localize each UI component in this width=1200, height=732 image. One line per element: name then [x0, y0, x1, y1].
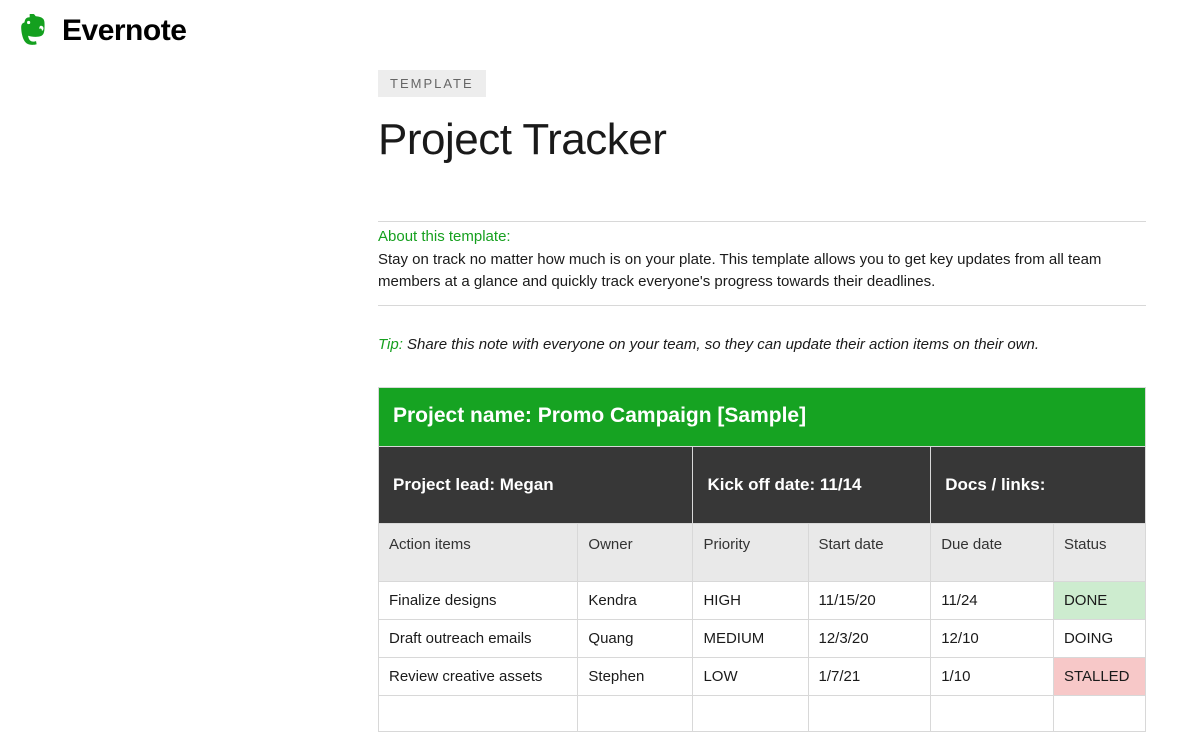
cell-due[interactable]: 11/24 [931, 581, 1054, 619]
cell-action[interactable]: Finalize designs [379, 581, 578, 619]
col-status: Status [1053, 523, 1145, 581]
cell-owner[interactable]: Stephen [578, 657, 693, 695]
cell-status[interactable]: DONE [1053, 581, 1145, 619]
col-action-items: Action items [379, 523, 578, 581]
cell-priority[interactable]: HIGH [693, 581, 808, 619]
brand-name: Evernote [62, 14, 186, 48]
cell-due[interactable]: 12/10 [931, 619, 1054, 657]
app-header: Evernote [0, 0, 1200, 54]
empty-cell[interactable] [808, 695, 931, 731]
col-priority: Priority [693, 523, 808, 581]
cell-status[interactable]: DOING [1053, 619, 1145, 657]
project-name-cell[interactable]: Project name: Promo Campaign [Sample] [379, 387, 1146, 446]
empty-cell[interactable] [578, 695, 693, 731]
document-content: TEMPLATE Project Tracker About this temp… [378, 54, 1146, 732]
project-lead-cell[interactable]: Project lead: Megan [379, 446, 693, 523]
kickoff-date-cell[interactable]: Kick off date: 11/14 [693, 446, 931, 523]
docs-links-cell[interactable]: Docs / links: [931, 446, 1146, 523]
cell-due[interactable]: 1/10 [931, 657, 1054, 695]
empty-cell[interactable] [1053, 695, 1145, 731]
evernote-logo-icon [18, 14, 52, 48]
project-tracker-table: Project name: Promo Campaign [Sample] Pr… [378, 387, 1146, 732]
table-row-empty [379, 695, 1146, 731]
col-owner: Owner [578, 523, 693, 581]
about-description: Stay on track no matter how much is on y… [378, 249, 1146, 293]
tip-label: Tip: [378, 336, 403, 353]
table-row: Draft outreach emailsQuangMEDIUM12/3/201… [379, 619, 1146, 657]
table-row: Finalize designsKendraHIGH11/15/2011/24D… [379, 581, 1146, 619]
template-badge: TEMPLATE [378, 70, 486, 97]
empty-cell[interactable] [931, 695, 1054, 731]
empty-cell[interactable] [379, 695, 578, 731]
tip-text: Share this note with everyone on your te… [403, 336, 1039, 353]
cell-start[interactable]: 1/7/21 [808, 657, 931, 695]
table-column-headers: Action items Owner Priority Start date D… [379, 523, 1146, 581]
cell-priority[interactable]: MEDIUM [693, 619, 808, 657]
divider [378, 305, 1146, 306]
cell-action[interactable]: Review creative assets [379, 657, 578, 695]
divider [378, 221, 1146, 222]
cell-action[interactable]: Draft outreach emails [379, 619, 578, 657]
cell-status[interactable]: STALLED [1053, 657, 1145, 695]
cell-start[interactable]: 12/3/20 [808, 619, 931, 657]
table-row: Review creative assetsStephenLOW1/7/211/… [379, 657, 1146, 695]
col-start-date: Start date [808, 523, 931, 581]
cell-start[interactable]: 11/15/20 [808, 581, 931, 619]
about-heading: About this template: [378, 228, 1146, 245]
cell-priority[interactable]: LOW [693, 657, 808, 695]
cell-owner[interactable]: Kendra [578, 581, 693, 619]
empty-cell[interactable] [693, 695, 808, 731]
table-meta-row: Project lead: Megan Kick off date: 11/14… [379, 446, 1146, 523]
table-title-row: Project name: Promo Campaign [Sample] [379, 387, 1146, 446]
tip-row: Tip: Share this note with everyone on yo… [378, 336, 1146, 353]
page-title: Project Tracker [378, 115, 1146, 165]
col-due-date: Due date [931, 523, 1054, 581]
cell-owner[interactable]: Quang [578, 619, 693, 657]
